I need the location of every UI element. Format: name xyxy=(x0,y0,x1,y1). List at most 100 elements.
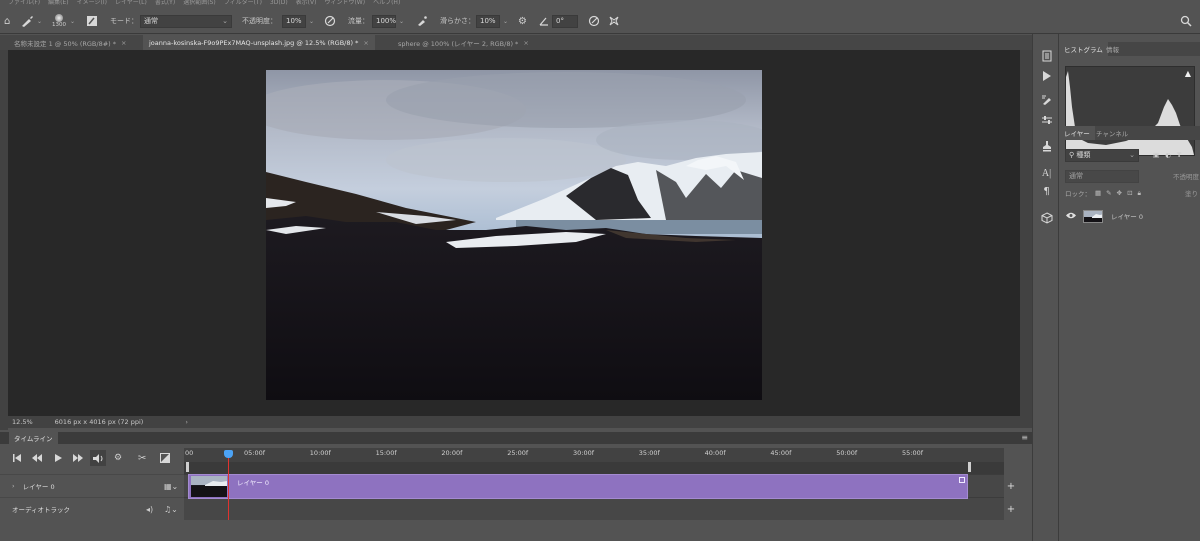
timeline-ruler[interactable]: 00 05:00f 10:00f 15:00f 20:00f 25:00f 30:00f 35… xyxy=(184,448,1004,462)
tab-timeline[interactable]: タイムライン xyxy=(9,432,58,444)
menu-item[interactable]: レイヤー(L) xyxy=(115,0,147,6)
tab-label: チャンネル xyxy=(1096,130,1129,138)
brush-tool-icon[interactable]: ⌄ xyxy=(20,8,42,34)
tab-label: ヒストグラム xyxy=(1064,46,1103,54)
opacity-field[interactable]: 10% ⌄ xyxy=(282,8,314,34)
lock-move-icon[interactable]: ✥ xyxy=(1117,189,1122,197)
brush-settings-icon[interactable] xyxy=(86,8,98,34)
play-icon[interactable] xyxy=(54,454,62,462)
panel-menu-icon[interactable]: ≡ xyxy=(1021,433,1028,442)
actions-play-icon[interactable] xyxy=(1039,68,1054,83)
close-icon[interactable]: × xyxy=(363,39,368,47)
menu-item[interactable]: ウィンドウ(W) xyxy=(324,0,365,6)
menu-item[interactable]: 書式(Y) xyxy=(155,0,175,6)
transition-icon[interactable] xyxy=(160,453,170,463)
video-clip[interactable]: レイヤー 0 xyxy=(188,474,968,499)
pressure-opacity-icon[interactable] xyxy=(324,8,336,34)
scissors-icon[interactable]: ✂ xyxy=(138,453,146,464)
work-area-bar[interactable] xyxy=(184,462,1004,474)
tab-layers[interactable]: レイヤー xyxy=(1059,126,1095,140)
timeline-tick-label: 00 xyxy=(185,449,194,457)
film-strip-icon[interactable]: ▦⌄ xyxy=(164,482,178,491)
tab-sphere[interactable]: sphere @ 100% (レイヤー 2, RGB/8) * × xyxy=(392,35,535,50)
filter-pixel-icon[interactable]: ▣ xyxy=(1153,151,1159,159)
lock-all-icon[interactable]: 🔒︎ xyxy=(1138,189,1141,198)
character-icon[interactable]: A| xyxy=(1039,166,1054,181)
first-frame-icon[interactable] xyxy=(12,454,22,462)
clone-source-icon[interactable] xyxy=(1039,138,1054,153)
close-icon[interactable]: × xyxy=(121,39,126,47)
add-audio-button[interactable]: + xyxy=(1004,499,1018,519)
airbrush-icon[interactable] xyxy=(416,8,428,34)
filter-adjustment-icon[interactable]: ◐ xyxy=(1165,151,1171,159)
symmetry-icon[interactable] xyxy=(608,8,620,34)
3d-icon[interactable] xyxy=(1039,210,1054,225)
menu-item[interactable]: ファイル(F) xyxy=(8,0,40,6)
tab-channels[interactable]: チャンネル xyxy=(1091,126,1133,140)
gear-icon[interactable]: ⚙ xyxy=(518,8,527,34)
menu-item[interactable]: ヘルプ(H) xyxy=(373,0,400,6)
adjustments-icon[interactable] xyxy=(1039,112,1054,127)
smoothing-field[interactable]: 10% ⌄ xyxy=(476,8,508,34)
angle-field[interactable]: 0° xyxy=(552,8,578,34)
work-area-end-handle[interactable] xyxy=(968,462,971,472)
document-image[interactable] xyxy=(266,70,762,400)
playhead-handle[interactable] xyxy=(224,450,233,458)
opacity-label: 不透明度： xyxy=(242,17,277,25)
layer-row-0[interactable]: レイヤー 0 xyxy=(1059,205,1200,227)
menu-item[interactable]: イメージ(I) xyxy=(77,0,107,6)
flow-field[interactable]: 100% ⌄ xyxy=(372,8,404,34)
home-arrow-icon[interactable]: ⌂ xyxy=(4,8,10,34)
pressure-size-icon[interactable] xyxy=(588,8,600,34)
close-icon[interactable]: × xyxy=(523,39,528,47)
filter-type-icon[interactable]: T xyxy=(1177,151,1181,159)
canvas-scrollbar[interactable] xyxy=(1020,50,1032,416)
panel-icon-strip: A| ¶ xyxy=(1032,34,1059,541)
gear-icon[interactable]: ⚙ xyxy=(114,453,122,463)
timeline-track-layer-0[interactable]: › レイヤー 0 ▦⌄ xyxy=(0,474,184,497)
menu-item[interactable]: 表示(V) xyxy=(296,0,317,6)
timeline-track-audio[interactable]: オーディオトラック ◂) ♫⌄ xyxy=(0,497,184,520)
menu-item[interactable]: 編集(E) xyxy=(48,0,68,6)
options-bar: ⌂ ⌄ 1300 ⌄ モード： 通常 ⌄ 不透明度： 10% ⌄ 流量： 100%… xyxy=(0,8,1200,34)
next-frame-icon[interactable] xyxy=(73,454,83,462)
tab-info[interactable]: 情報 xyxy=(1101,42,1124,56)
tab-joanna-kosinska[interactable]: joanna-kosinska-F9o9PEx7MAQ-unsplash.jpg… xyxy=(143,35,375,50)
clip-end-handle[interactable] xyxy=(959,477,965,483)
blend-mode-select[interactable]: 通常 xyxy=(1065,169,1139,183)
layer-kind-filter[interactable]: ⚲ 種類 ⌄ xyxy=(1065,148,1139,162)
music-note-icon[interactable]: ♫⌄ xyxy=(164,505,178,514)
paragraph-icon[interactable]: ¶ xyxy=(1039,184,1054,199)
previous-frame-icon[interactable] xyxy=(32,454,42,462)
chevron-down-icon[interactable]: ⌄ xyxy=(70,8,75,34)
lock-artboard-icon[interactable]: ⊡ xyxy=(1127,189,1132,197)
audio-track-lane xyxy=(184,497,1004,520)
timeline-tab-label: タイムライン xyxy=(14,435,53,443)
add-media-button[interactable]: + xyxy=(1004,476,1018,496)
menu-item[interactable]: フィルター(T) xyxy=(224,0,262,6)
warning-icon[interactable]: ▲ xyxy=(1185,69,1191,78)
menu-item[interactable]: 3D(D) xyxy=(270,0,288,6)
brush-preset-picker[interactable]: 1300 xyxy=(52,8,66,34)
lock-brush-icon[interactable]: ✎ xyxy=(1106,189,1111,197)
lock-transparent-icon[interactable]: ▦ xyxy=(1095,189,1101,197)
layer-thumbnail xyxy=(1083,209,1103,223)
landscape-photo xyxy=(266,70,762,400)
menu-item[interactable]: 選択範囲(S) xyxy=(183,0,216,6)
brush-settings-icon[interactable] xyxy=(1039,92,1054,107)
tab-untitled-1[interactable]: 名称未設定 1 @ 50% (RGB/8#) * × xyxy=(8,35,132,50)
layer-filter-row: ⚲ 種類 ⌄ ▣ ◐ T xyxy=(1059,148,1200,162)
speaker-icon[interactable]: ◂) xyxy=(146,505,153,514)
history-icon[interactable] xyxy=(1039,48,1054,63)
zoom-level[interactable]: 12.5% xyxy=(12,418,33,426)
status-menu-arrow[interactable]: › xyxy=(185,418,188,426)
chevron-right-icon[interactable]: › xyxy=(12,482,15,490)
mode-label: モード： xyxy=(110,17,138,25)
audio-mute-icon[interactable] xyxy=(90,450,106,466)
search-icon[interactable] xyxy=(1180,8,1192,34)
work-area-start-handle[interactable] xyxy=(186,462,189,472)
lock-row: ロック： ▦ ✎ ✥ ⊡ 🔒︎ 塗り xyxy=(1059,186,1200,200)
mode-select[interactable]: 通常 ⌄ xyxy=(140,8,232,34)
timeline-tick-label: 50:00f xyxy=(836,449,858,457)
eye-icon[interactable] xyxy=(1066,212,1076,221)
